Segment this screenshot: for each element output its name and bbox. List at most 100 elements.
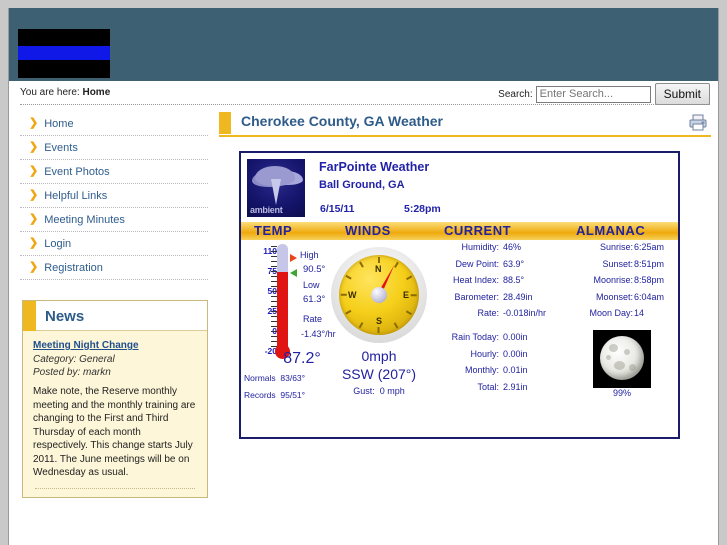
utility-divider: [20, 104, 710, 105]
weather-date: 6/15/11: [320, 203, 355, 215]
temp-records-value: 95/51°: [280, 390, 306, 400]
search-form: Search: Submit: [498, 83, 710, 105]
sidebar-item-meeting-minutes[interactable]: ❯ Meeting Minutes: [20, 208, 208, 232]
utility-bar: You are here: Home Search: Submit: [9, 81, 718, 107]
weather-provider-logo-icon: ambient: [247, 159, 305, 217]
news-panel-header: News: [23, 301, 207, 331]
search-label: Search:: [498, 88, 533, 100]
temp-normals-label: Normals: [244, 373, 276, 383]
wind-gust-value: 0 mph: [379, 386, 405, 396]
sidebar-item-helpful-links[interactable]: ❯ Helpful Links: [20, 184, 208, 208]
news-posted-by: Posted by: markn: [33, 367, 111, 378]
submit-button[interactable]: Submit: [654, 83, 710, 105]
compass-hub: [371, 287, 387, 303]
current-row: Hourly: 0.00in: [431, 349, 561, 366]
current-label: Rate:: [477, 308, 499, 319]
temp-rate-label: Rate: [303, 314, 323, 324]
sidebar-item-label: Login: [44, 237, 72, 250]
weather-provider-name: FarPointe Weather: [319, 160, 430, 174]
temp-normals: Normals 83/63°: [244, 373, 305, 383]
moon-phase-image: [593, 330, 651, 388]
compass-dial: N E S W: [339, 255, 419, 335]
compass-label-n: N: [375, 264, 382, 274]
current-label: Heat Index:: [452, 275, 499, 286]
page-container: You are here: Home Search: Submit ❯ Home…: [8, 8, 719, 545]
current-row: Rate: -0.018in/hr: [431, 308, 561, 325]
sidebar-item-label: Events: [44, 141, 78, 154]
current-value: -0.018in/hr: [503, 308, 547, 319]
temp-records-label: Records: [244, 390, 276, 400]
temp-rate-value: -1.43°/hr: [301, 329, 336, 339]
compass-bezel: N E S W: [331, 247, 427, 343]
wind-gust-label: Gust:: [353, 386, 375, 396]
breadcrumb-prefix: You are here:: [20, 87, 80, 98]
current-row: Monthly: 0.01in: [431, 365, 561, 382]
sidebar-item-login[interactable]: ❯ Login: [20, 232, 208, 256]
news-body-text: Make note, the Reserve monthly meeting a…: [33, 386, 196, 478]
news-panel-title: News: [45, 308, 85, 325]
temp-low-label: Low: [303, 280, 320, 290]
breadcrumb: You are here: Home: [20, 87, 110, 98]
sidebar-item-label: Registration: [44, 261, 103, 274]
moon-phase-percent: 99%: [612, 388, 631, 398]
almanac-label: Moonrise:: [593, 275, 633, 286]
current-value: 88.5°: [503, 275, 525, 286]
wind-gust: Gust: 0 mph: [327, 386, 431, 396]
search-input[interactable]: [535, 85, 651, 103]
chevron-right-icon: ❯: [29, 237, 39, 249]
low-marker-icon: [290, 269, 297, 277]
almanac-row: Sunrise: 6:25am: [566, 242, 678, 259]
sidebar-item-event-photos[interactable]: ❯ Event Photos: [20, 160, 208, 184]
sidebar-nav: ❯ Home ❯ Events ❯ Event Photos ❯ Helpful…: [20, 112, 208, 280]
logo-stripe: [18, 46, 110, 60]
thermometer-mercury: [277, 272, 288, 352]
current-row: Humidity: 46%: [431, 242, 561, 259]
page-title: Cherokee County, GA Weather: [241, 113, 444, 129]
breadcrumb-current: Home: [82, 87, 111, 98]
sidebar-item-events[interactable]: ❯ Events: [20, 136, 208, 160]
chevron-right-icon: ❯: [29, 213, 39, 225]
weather-location: Ball Ground, GA: [319, 179, 405, 191]
current-label: Hourly:: [470, 348, 499, 359]
current-value: 0.00in: [503, 331, 528, 342]
almanac-row: Sunset: 8:51pm: [566, 259, 678, 276]
main-content: Cherokee County, GA Weather ambient FarP…: [219, 111, 711, 439]
printer-icon[interactable]: [689, 114, 707, 134]
sidebar-item-label: Helpful Links: [44, 189, 108, 202]
current-value: 28.49in: [503, 291, 533, 302]
current-label: Humidity:: [461, 242, 499, 252]
news-headline-link[interactable]: Meeting Night Change: [33, 340, 139, 351]
sidebar-item-registration[interactable]: ❯ Registration: [20, 256, 208, 280]
current-label: Dew Point:: [455, 258, 499, 269]
weather-time: 5:28pm: [404, 203, 441, 215]
temp-records: Records 95/51°: [244, 390, 305, 400]
temp-high-value: 90.5°: [303, 264, 326, 275]
chevron-right-icon: ❯: [29, 261, 39, 273]
almanac-value: 6:04am: [634, 291, 665, 302]
news-category: Category: General: [33, 354, 115, 365]
column-header-winds: WINDS: [345, 223, 391, 238]
news-panel: News Meeting Night Change Category: Gene…: [22, 300, 208, 498]
column-header-temp: TEMP: [254, 223, 293, 238]
almanac-label: Sunrise:: [599, 242, 633, 252]
current-conditions-column: Humidity: 46% Dew Point: 63.9° Heat Inde…: [431, 242, 561, 398]
almanac-label: Sunset:: [602, 258, 633, 269]
weather-panel: 110 75 50 25 0 -20: [241, 240, 678, 437]
current-row: Rain Today: 0.00in: [431, 332, 561, 349]
moon-disc: [600, 336, 644, 380]
current-row: Barometer: 28.49in: [431, 292, 561, 309]
news-accent-tab: [23, 301, 36, 331]
current-label: Barometer:: [454, 291, 499, 302]
compass-label-w: W: [348, 290, 357, 300]
current-spacer: [431, 325, 561, 332]
current-row: Dew Point: 63.9°: [431, 259, 561, 276]
site-logo[interactable]: [18, 29, 110, 78]
current-value: 0.01in: [503, 365, 528, 376]
almanac-label: Moon Day:: [589, 308, 633, 319]
current-label: Rain Today:: [451, 331, 499, 342]
almanac-label: Moonset:: [595, 291, 633, 302]
sidebar-item-home[interactable]: ❯ Home: [20, 112, 208, 136]
current-row: Heat Index: 88.5°: [431, 275, 561, 292]
sidebar-item-label: Home: [44, 117, 74, 130]
almanac-value: 8:58pm: [634, 275, 665, 286]
